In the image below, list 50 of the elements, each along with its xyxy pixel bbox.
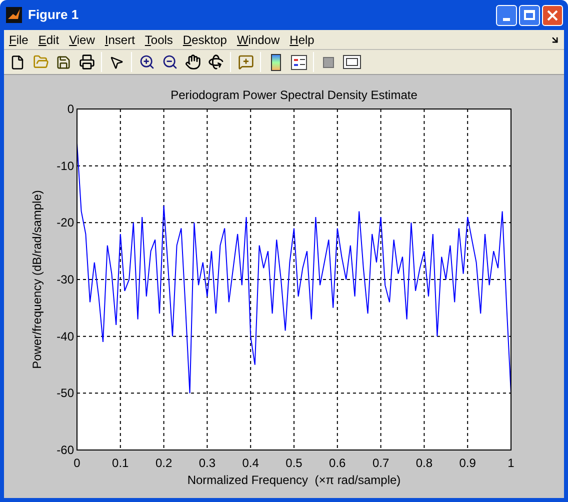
x-axis-label: Normalized Frequency (×π rad/sample): [187, 473, 401, 487]
hand-icon: [184, 54, 200, 70]
menu-item[interactable]: Tools: [140, 30, 178, 48]
window-title: Figure 1: [28, 6, 79, 24]
x-tick-label: 0.1: [112, 456, 129, 470]
x-tick-label: 0.6: [329, 456, 346, 470]
window-frame-icon: [342, 55, 360, 69]
x-tick-label: 0.2: [155, 456, 172, 470]
y-tick-label: -60: [56, 443, 74, 457]
x-tick-label: 0.3: [198, 456, 216, 470]
rotate-icon: [208, 54, 224, 70]
x-tick-label: 0.4: [242, 456, 259, 470]
y-tick-label: -20: [56, 216, 74, 230]
printer-icon: [78, 54, 94, 70]
app-logo-icon: [6, 7, 22, 23]
dock-arrow-icon[interactable]: [550, 34, 560, 44]
x-tick-label: 0.8: [416, 456, 433, 470]
x-tick-label: 0: [74, 456, 80, 470]
menu-item[interactable]: File: [4, 30, 34, 48]
y-tick-label: -10: [56, 158, 74, 173]
chart-title: Periodogram Power Spectral Density Estimate: [170, 88, 418, 102]
close-button[interactable]: [542, 4, 563, 26]
legend-icon: [290, 54, 306, 70]
zoom-out-icon: [162, 54, 178, 70]
square-icon: [323, 56, 334, 68]
x-tick-label: 1: [508, 456, 514, 470]
page-icon: [10, 54, 25, 70]
colorbar-icon: [270, 54, 280, 70]
close-icon: [547, 10, 558, 20]
y-tick-label: -40: [56, 329, 74, 344]
save-icon: [56, 54, 71, 70]
folder-icon: [32, 54, 48, 70]
menu-item[interactable]: Desktop: [178, 30, 232, 48]
zoom-in-icon: [138, 54, 154, 70]
menu-item[interactable]: Window: [232, 30, 285, 48]
y-axis-label: Power/frequency (dB/rad/sample): [30, 190, 44, 369]
menu-item[interactable]: Insert: [100, 30, 140, 48]
minimize-button[interactable]: [496, 4, 517, 26]
menu-item[interactable]: View: [64, 30, 100, 48]
menu-item[interactable]: Help: [284, 30, 320, 48]
y-tick-label: -50: [56, 386, 74, 400]
menu-item[interactable]: Edit: [33, 30, 64, 48]
data-cursor-icon: [238, 54, 254, 70]
x-tick-label: 0.7: [372, 456, 390, 470]
y-tick-label: 0: [67, 102, 74, 116]
y-tick-label: -30: [56, 272, 74, 286]
pointer-icon: [109, 54, 124, 70]
maximize-button[interactable]: [519, 4, 540, 26]
x-tick-label: 0.5: [286, 456, 302, 470]
x-tick-label: 0.9: [459, 456, 476, 470]
